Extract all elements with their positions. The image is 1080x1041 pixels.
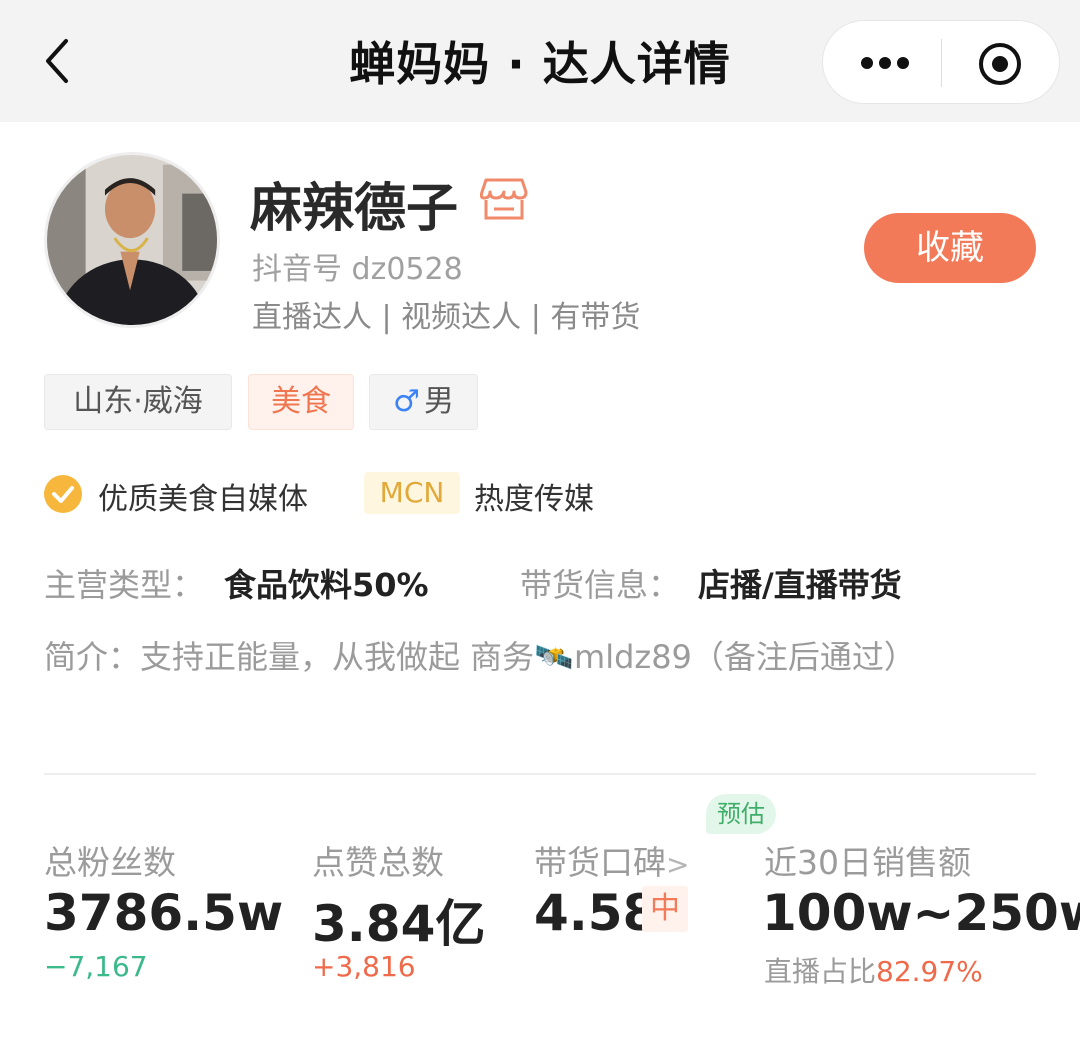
bio-text: 简介：支持正能量，从我做起 商务🛰️mldz89（备注后通过） [44, 638, 916, 676]
likes-value: 3.84亿 [312, 895, 486, 953]
reputation-level-badge: 中 [642, 886, 688, 932]
estimate-badge: 预估 [706, 794, 776, 834]
reputation-label[interactable]: 带货口碑> [534, 836, 689, 884]
reputation-value: 4.58 [534, 884, 658, 942]
gender-label: 男 [423, 384, 454, 419]
avatar[interactable] [44, 152, 220, 328]
likes-delta: +3,816 [312, 950, 416, 983]
certification-text: 优质美食自媒体 [98, 482, 308, 517]
sales-info-label: 带货信息： [520, 566, 681, 604]
navigation-bar: 蝉妈妈 · 达人详情 [0, 0, 1080, 122]
streamer-name: 麻辣德子 [250, 179, 459, 239]
male-icon: ♂ [393, 384, 420, 419]
likes-label: 点赞总数 [312, 843, 444, 882]
more-dots-icon[interactable] [855, 47, 915, 79]
region-tag: 山东·威海 [44, 374, 232, 430]
creator-roles: 直播达人 | 视频达人 | 有带货 [252, 300, 641, 335]
reputation-label-text: 带货口碑 [534, 843, 666, 882]
mini-program-capsule [822, 20, 1060, 104]
sales-label: 近30日销售额 [764, 843, 971, 882]
page: 蝉妈妈 · 达人详情 麻辣德子 抖音号 dz0528 直播达人 | 视频达人 |… [0, 0, 1080, 1041]
douyin-id: 抖音号 dz0528 [252, 252, 463, 287]
live-ratio-label: 直播占比 [764, 955, 877, 988]
section-divider [44, 773, 1036, 775]
mcn-badge: MCN [364, 472, 460, 514]
shop-icon [480, 178, 528, 220]
category-tag: 美食 [248, 374, 354, 430]
sales-value: 100w~250w [762, 884, 1080, 942]
main-type-label: 主营类型： [44, 566, 205, 604]
live-ratio: 直播占比82.97% [764, 950, 983, 990]
chevron-right-icon: > [666, 848, 690, 881]
main-type-value: 食品饮料50% [224, 566, 429, 604]
favorite-button[interactable]: 收藏 [864, 213, 1036, 283]
fans-label: 总粉丝数 [44, 843, 176, 882]
sales-info-value: 店播/直播带货 [698, 566, 902, 604]
mcn-name[interactable]: 热度传媒 [474, 474, 594, 518]
fans-value: 3786.5w [44, 884, 284, 942]
fans-delta: −7,167 [44, 950, 148, 983]
gender-tag: ♂ 男 [369, 374, 478, 430]
live-ratio-value: 82.97% [876, 955, 983, 988]
capsule-divider [941, 39, 942, 87]
target-close-icon[interactable] [977, 41, 1023, 87]
verified-check-icon [44, 475, 82, 513]
